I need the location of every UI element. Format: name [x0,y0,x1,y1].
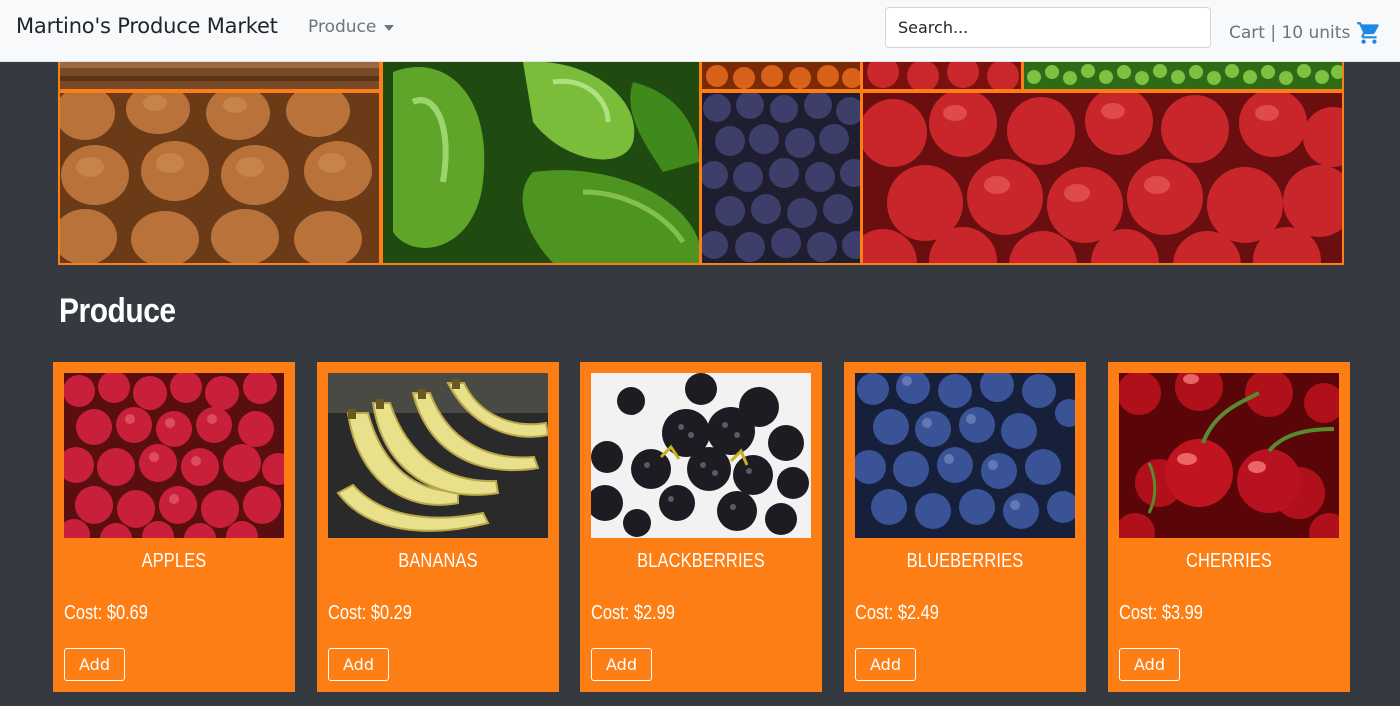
produce-dropdown[interactable]: Produce [308,17,395,37]
product-cost: Cost: $2.99 [591,602,675,624]
hero-tile-oranges [702,62,860,89]
add-bananas-button[interactable]: Add [328,648,389,681]
product-name: BLACKBERRIES [637,550,765,572]
product-name: APPLES [141,550,207,572]
hero-tile-kiwis [60,93,379,263]
brand-link[interactable]: Martino's Produce Market [16,14,278,38]
produce-dropdown-label: Produce [308,17,377,37]
add-cherries-button[interactable]: Add [1119,648,1180,681]
hero-tile-red-apples [863,93,1342,263]
product-name: BANANAS [398,550,478,572]
caret-down-icon [384,25,395,31]
product-name: CHERRIES [1185,550,1273,572]
apples-image [64,373,284,538]
add-blueberries-button[interactable]: Add [855,648,916,681]
cart-label: Cart | 10 units [1229,23,1351,43]
section-title: Produce [59,292,176,330]
cart-link[interactable]: Cart | 10 units [1229,20,1382,46]
product-card-blackberries: BLACKBERRIES Cost: $2.99 Add [580,362,822,692]
navbar: Martino's Produce Market Produce Cart | … [0,0,1400,62]
bananas-image [328,373,548,538]
cherries-image [1119,373,1339,538]
product-card-apples: APPLES Cost: $0.69 Add [53,362,295,692]
hero-tile-crates [60,62,379,89]
product-cost: Cost: $2.49 [855,602,939,624]
add-apples-button[interactable]: Add [64,648,125,681]
hero-collage [58,62,1344,265]
add-blackberries-button[interactable]: Add [591,648,652,681]
blackberries-image [591,373,811,538]
product-card-cherries: CHERRIES Cost: $3.99 Add [1108,362,1350,692]
blueberries-image [855,373,1075,538]
product-name: BLUEBERRIES [906,550,1024,572]
hero-tile-green-peppers [383,62,699,263]
hero-tile-peas [1024,62,1342,89]
hero-tile-blueberries [702,93,860,263]
hero-tile-apples-top [863,62,1021,89]
product-card-blueberries: BLUEBERRIES Cost: $2.49 Add [844,362,1086,692]
product-card-bananas: BANANAS Cost: $0.29 Add [317,362,559,692]
product-cost: Cost: $3.99 [1119,602,1203,624]
product-cost: Cost: $0.29 [328,602,412,624]
shopping-cart-icon [1357,22,1380,44]
search-input[interactable] [885,7,1211,48]
product-cost: Cost: $0.69 [64,602,148,624]
